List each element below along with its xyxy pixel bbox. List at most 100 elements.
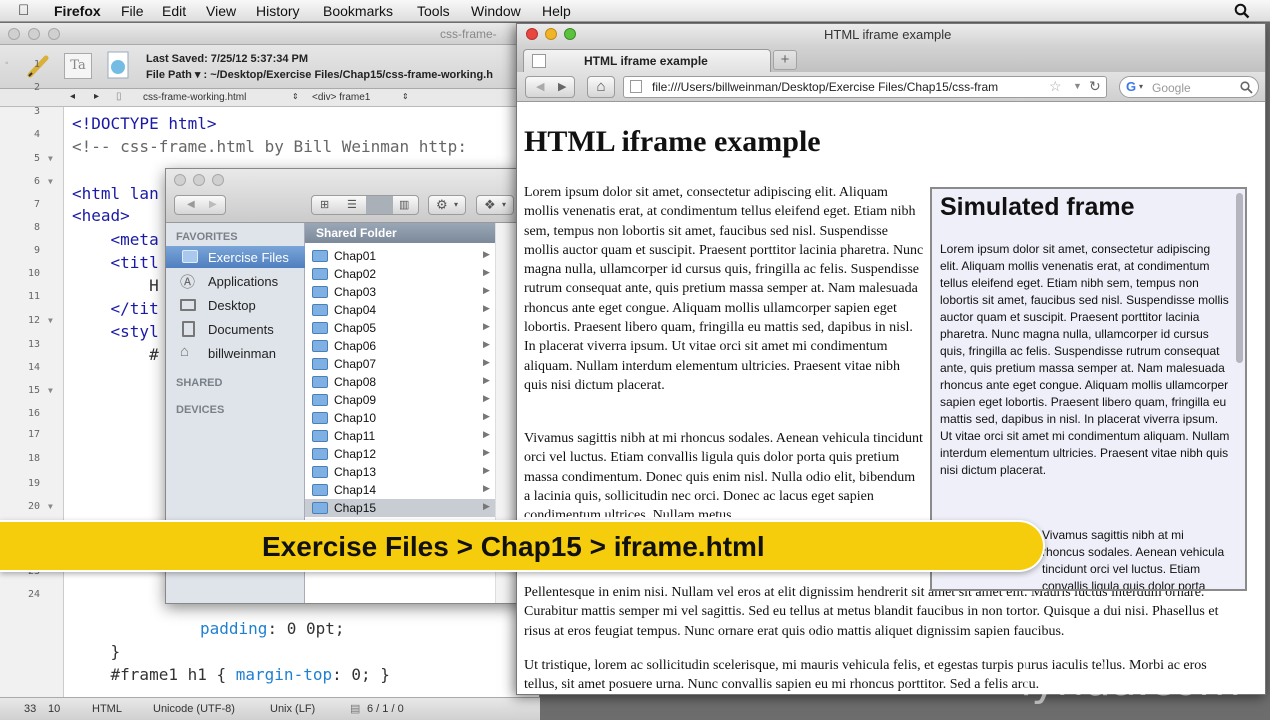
firefox-close-button[interactable]: [526, 28, 538, 40]
line-number: 8: [33, 222, 40, 233]
folder-name: Chap03: [334, 285, 377, 299]
folder-row[interactable]: Chap11 ▶: [305, 427, 495, 445]
line-number: 1: [33, 59, 40, 70]
google-search-engine-icon[interactable]: G: [1126, 79, 1136, 94]
folder-row[interactable]: Chap14 ▶: [305, 481, 495, 499]
menu-window[interactable]: Window: [471, 3, 521, 19]
folder-row[interactable]: Chap13 ▶: [305, 463, 495, 481]
folder-icon: [312, 448, 328, 460]
fold-triangle-icon[interactable]: ▼: [48, 154, 53, 163]
action-menu-button[interactable]: ⚙ ▾: [428, 195, 466, 215]
text-format-icon[interactable]: Ta: [64, 53, 92, 79]
forward-arrow-icon[interactable]: ▸: [94, 91, 99, 102]
sidebar-item-applications[interactable]: Ⓐ Applications: [180, 270, 305, 292]
folder-row[interactable]: Chap08 ▶: [305, 373, 495, 391]
finder-zoom-button[interactable]: [212, 174, 224, 186]
folder-row[interactable]: Chap01 ▶: [305, 247, 495, 265]
fold-triangle-icon[interactable]: ▼: [48, 502, 53, 511]
page-content[interactable]: HTML iframe example Lorem ipsum dolor si…: [517, 103, 1265, 694]
back-icon[interactable]: ◀: [187, 199, 195, 210]
folder-row[interactable]: Chap10 ▶: [305, 409, 495, 427]
apple-menu-icon[interactable]: : [18, 2, 29, 19]
finder-close-button[interactable]: [174, 174, 186, 186]
sidebar-item-home[interactable]: ⌂ billweinman: [180, 342, 305, 364]
sidebar-item-desktop[interactable]: Desktop: [180, 294, 305, 316]
tab-html-iframe-example[interactable]: HTML iframe example: [523, 49, 771, 72]
home-button[interactable]: ⌂: [587, 76, 615, 98]
search-bar[interactable]: G ▾ Google: [1119, 76, 1259, 98]
url-bar[interactable]: file:///Users/billweinman/Desktop/Exerci…: [623, 76, 1107, 98]
icon-view-icon[interactable]: ⊞: [320, 198, 329, 211]
history-dropdown-icon[interactable]: ▼: [1073, 81, 1082, 91]
line-number: 19: [27, 478, 40, 489]
menu-help[interactable]: Help: [542, 3, 571, 19]
editor-minimize-button[interactable]: [28, 28, 40, 40]
frame-scrollbar[interactable]: [1236, 193, 1243, 363]
fold-triangle-icon[interactable]: ▼: [48, 177, 53, 186]
menu-view[interactable]: View: [206, 3, 236, 19]
back-icon[interactable]: ◀: [536, 80, 544, 93]
reload-icon[interactable]: ↻: [1089, 78, 1101, 95]
disclosure-arrow-icon: ▶: [483, 249, 490, 259]
file-path-label[interactable]: File Path ▾ : ~/Desktop/Exercise Files/C…: [146, 68, 493, 81]
menu-bookmarks[interactable]: Bookmarks: [323, 3, 393, 19]
line-number: 20: [27, 501, 40, 512]
desktop-icon: [180, 299, 196, 311]
document-icon[interactable]: [104, 49, 132, 83]
menu-file[interactable]: File: [121, 3, 144, 19]
folder-row[interactable]: Chap09 ▶: [305, 391, 495, 409]
page-favicon-icon: [532, 54, 546, 68]
status-syntax-popup[interactable]: HTML: [92, 703, 122, 715]
coverflow-view-icon[interactable]: ▥: [399, 198, 409, 211]
firefox-minimize-button[interactable]: [545, 28, 557, 40]
nav-element-popup[interactable]: <div> frame1: [312, 92, 370, 103]
line-number: 10: [27, 268, 40, 279]
folder-row[interactable]: Chap03 ▶: [305, 283, 495, 301]
back-forward-buttons[interactable]: ◀ ▶: [525, 76, 575, 98]
column-header: Shared Folder: [305, 223, 495, 243]
page-identity-icon[interactable]: [630, 80, 642, 93]
list-view-icon[interactable]: ☰: [347, 198, 357, 211]
new-tab-button[interactable]: +: [773, 50, 797, 70]
folder-row[interactable]: Chap05 ▶: [305, 319, 495, 337]
dropbox-menu-button[interactable]: ❖ ▾: [476, 195, 514, 215]
page-paragraph: Vivamus sagittis nibh at mi rhoncus soda…: [524, 431, 923, 517]
forward-icon[interactable]: ▶: [209, 199, 217, 210]
folder-icon: [312, 484, 328, 496]
back-forward-buttons[interactable]: ◀ ▶: [174, 195, 226, 215]
bookmark-star-icon[interactable]: ☆: [1049, 78, 1062, 95]
spotlight-search-icon[interactable]: [1234, 3, 1250, 19]
menu-edit[interactable]: Edit: [162, 3, 186, 19]
search-icon[interactable]: [1240, 81, 1253, 94]
editor-close-button[interactable]: [8, 28, 20, 40]
folder-row[interactable]: Chap07 ▶: [305, 355, 495, 373]
back-arrow-icon[interactable]: ◂: [70, 91, 75, 102]
chevron-down-icon: ▾: [454, 200, 459, 209]
sidebar-item-exercise-files[interactable]: Exercise Files: [166, 246, 305, 268]
fold-triangle-icon[interactable]: ▼: [48, 316, 53, 325]
folder-row[interactable]: Chap15 ▶: [305, 499, 495, 517]
nav-file-popup[interactable]: css-frame-working.html: [143, 92, 246, 103]
menu-history[interactable]: History: [256, 3, 300, 19]
code-css-property: padding: [200, 619, 268, 638]
line-number: 24: [27, 589, 40, 600]
forward-icon[interactable]: ▶: [558, 80, 566, 93]
folder-icon: [312, 304, 328, 316]
menu-tools[interactable]: Tools: [417, 3, 450, 19]
finder-minimize-button[interactable]: [193, 174, 205, 186]
sidebar-item-documents[interactable]: Documents: [180, 318, 305, 340]
menu-app-firefox[interactable]: Firefox: [54, 3, 101, 19]
folder-row[interactable]: Chap04 ▶: [305, 301, 495, 319]
status-encoding-popup[interactable]: Unicode (UTF-8): [153, 703, 235, 715]
view-mode-buttons[interactable]: ⊞ ☰ ▥: [311, 195, 419, 215]
column-view-icon[interactable]: [366, 196, 393, 214]
fold-triangle-icon[interactable]: ▼: [48, 386, 53, 395]
folder-row[interactable]: Chap02 ▶: [305, 265, 495, 283]
folder-row[interactable]: Chap06 ▶: [305, 337, 495, 355]
status-line: 33: [24, 703, 37, 715]
status-line-endings-popup[interactable]: Unix (LF): [270, 703, 315, 715]
firefox-window-title: HTML iframe example: [824, 27, 952, 42]
firefox-zoom-button[interactable]: [564, 28, 576, 40]
editor-zoom-button[interactable]: [48, 28, 60, 40]
folder-row[interactable]: Chap12 ▶: [305, 445, 495, 463]
